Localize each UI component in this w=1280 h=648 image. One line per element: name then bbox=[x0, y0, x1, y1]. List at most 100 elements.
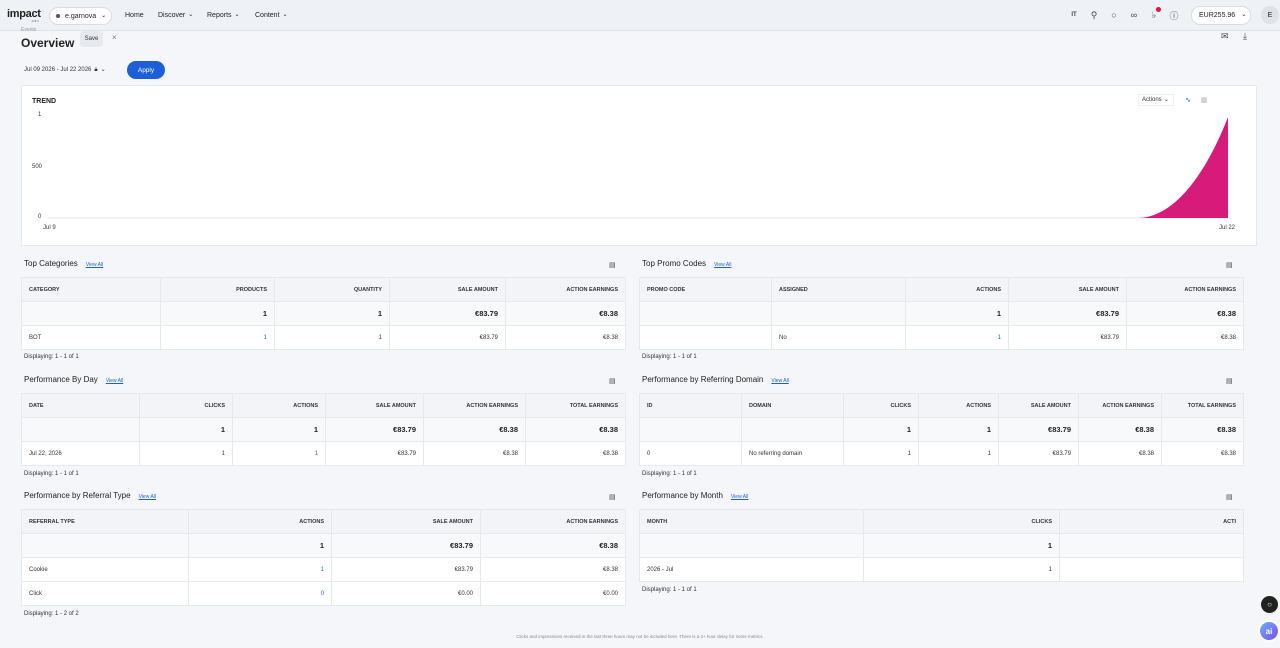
table-cell: 1 bbox=[918, 441, 999, 466]
view-all-link[interactable]: View All bbox=[106, 378, 123, 384]
export-icon[interactable]: ▤ bbox=[1226, 261, 1233, 269]
column-header[interactable]: CLICKS bbox=[843, 393, 919, 418]
table-cell: €8.38 bbox=[1078, 441, 1162, 466]
nav-content[interactable]: Content ⌄ bbox=[255, 12, 288, 19]
total-cell bbox=[639, 417, 742, 442]
column-header[interactable]: SALE AMOUNT bbox=[325, 393, 424, 418]
column-header[interactable]: PROMO CODE bbox=[639, 277, 772, 302]
total-cell: €83.79 bbox=[331, 533, 481, 558]
column-header[interactable]: ACTI bbox=[1059, 509, 1244, 534]
table-row: Jul 22, 2026 1 1 €83.79 €8.38 €8.38 bbox=[21, 441, 626, 466]
view-all-link[interactable]: View All bbox=[139, 494, 156, 500]
view-all-link[interactable]: View All bbox=[771, 378, 788, 384]
email-icon[interactable]: ✉ bbox=[1221, 31, 1229, 42]
help-icon[interactable]: ⓘ bbox=[1168, 8, 1180, 22]
ai-assistant-icon[interactable]: ai bbox=[1258, 620, 1280, 642]
close-icon[interactable]: × bbox=[112, 33, 117, 42]
trend-chart-card: TREND Actions ⌄ ∿ ▩ 1 500 0 Jul 9 Jul 22 bbox=[21, 85, 1257, 246]
column-header[interactable]: ACTION EARNINGS bbox=[505, 277, 626, 302]
impact-logo[interactable]: impact .com bbox=[7, 8, 41, 23]
nav-reports[interactable]: Reports ⌄ bbox=[207, 12, 240, 19]
table-row: Click 0 €0.00 €0.00 bbox=[21, 581, 626, 606]
table-header-row: MONTH CLICKS ACTI bbox=[639, 509, 1244, 534]
column-header[interactable]: PRODUCTS bbox=[160, 277, 275, 302]
top-promo-codes-title: Top Promo Codes View All bbox=[642, 259, 731, 268]
totals-row: 1 1 €83.79 €8.38 €8.38 bbox=[639, 417, 1244, 442]
save-button[interactable]: Save bbox=[80, 31, 103, 47]
chat-bubble-icon[interactable]: ○ bbox=[1261, 596, 1278, 613]
actions-link[interactable]: 1 bbox=[232, 441, 326, 466]
column-header[interactable]: ACTIONS bbox=[905, 277, 1009, 302]
column-header[interactable]: MONTH bbox=[639, 509, 864, 534]
bell-icon[interactable]: ♭ bbox=[1148, 7, 1161, 22]
column-header[interactable]: ACTION EARNINGS bbox=[1078, 393, 1162, 418]
view-all-link[interactable]: View All bbox=[86, 262, 103, 268]
table-cell: No referring domain bbox=[741, 441, 844, 466]
column-header[interactable]: DATE bbox=[21, 393, 140, 418]
date-range-picker[interactable]: Jul 09 2026 - Jul 22 2026 🔒︎ ⌄ bbox=[24, 62, 120, 78]
avatar[interactable]: E bbox=[1261, 6, 1279, 24]
chat-icon[interactable]: ○ bbox=[1108, 8, 1120, 22]
column-header[interactable]: DOMAIN bbox=[741, 393, 844, 418]
column-header[interactable]: SALE AMOUNT bbox=[389, 277, 506, 302]
column-header[interactable]: ACTION EARNINGS bbox=[480, 509, 626, 534]
column-header[interactable]: TOTAL EARNINGS bbox=[525, 393, 626, 418]
column-header[interactable]: QUANTITY bbox=[274, 277, 390, 302]
actions-link[interactable]: 1 bbox=[188, 557, 332, 582]
total-cell: 1 bbox=[905, 301, 1009, 326]
download-icon[interactable]: ⤓ bbox=[1243, 31, 1247, 42]
view-all-link[interactable]: View All bbox=[714, 262, 731, 268]
totals-row: 1 €83.79 €8.38 bbox=[21, 533, 626, 558]
nav-home[interactable]: Home bbox=[125, 12, 144, 19]
column-header[interactable]: REFERRAL TYPE bbox=[21, 509, 189, 534]
nav-discover[interactable]: Discover ⌄ bbox=[158, 12, 193, 19]
column-header[interactable]: ACTIONS bbox=[188, 509, 332, 534]
language-icon[interactable]: IT bbox=[1068, 8, 1080, 22]
total-cell: 1 bbox=[274, 301, 390, 326]
balance-dropdown[interactable]: EUR255.96 ⌄ bbox=[1191, 6, 1251, 25]
actions-link[interactable]: 0 bbox=[188, 581, 332, 606]
export-icon[interactable]: ▤ bbox=[609, 493, 616, 501]
column-header[interactable]: ACTIONS bbox=[232, 393, 326, 418]
balance-value: EUR255.96 bbox=[1199, 12, 1236, 19]
export-icon[interactable]: ▤ bbox=[1226, 377, 1233, 385]
nav-content-label: Content bbox=[255, 12, 280, 19]
column-header[interactable]: CLICKS bbox=[139, 393, 233, 418]
actions-link[interactable]: 1 bbox=[905, 325, 1009, 350]
column-header[interactable]: ACTION EARNINGS bbox=[423, 393, 526, 418]
column-header[interactable]: SALE AMOUNT bbox=[1008, 277, 1127, 302]
section-title: Performance by Referral Type bbox=[24, 491, 131, 500]
section-title: Performance By Day bbox=[24, 375, 98, 384]
export-icon[interactable]: ▤ bbox=[609, 377, 616, 385]
table-cell: BOT bbox=[21, 325, 161, 350]
apply-button[interactable]: Apply bbox=[127, 61, 165, 79]
column-header[interactable]: ACTIONS bbox=[918, 393, 999, 418]
export-icon[interactable]: ▤ bbox=[609, 261, 616, 269]
section-title: Top Categories bbox=[24, 259, 78, 268]
total-cell: €83.79 bbox=[998, 417, 1079, 442]
products-link[interactable]: 1 bbox=[160, 325, 275, 350]
breadcrumb[interactable]: Events bbox=[21, 27, 36, 33]
column-header[interactable]: SALE AMOUNT bbox=[998, 393, 1079, 418]
column-header[interactable]: CATEGORY bbox=[21, 277, 161, 302]
search-icon[interactable]: ⚲ bbox=[1088, 8, 1100, 22]
total-cell: €8.38 bbox=[423, 417, 526, 442]
table-row: Cookie 1 €83.79 €8.38 bbox=[21, 557, 626, 582]
displaying-count: Displaying: 1 - 1 of 1 bbox=[24, 471, 79, 477]
displaying-count: Displaying: 1 - 2 of 2 bbox=[24, 611, 79, 617]
export-icon[interactable]: ▤ bbox=[1226, 493, 1233, 501]
total-cell: €8.38 bbox=[480, 533, 626, 558]
column-header[interactable]: ID bbox=[639, 393, 742, 418]
link-icon[interactable]: ∞ bbox=[1128, 8, 1140, 22]
column-header[interactable]: SALE AMOUNT bbox=[331, 509, 481, 534]
column-header[interactable]: CLICKS bbox=[863, 509, 1060, 534]
table-header-row: ID DOMAIN CLICKS ACTIONS SALE AMOUNT ACT… bbox=[639, 393, 1244, 418]
column-header[interactable]: TOTAL EARNINGS bbox=[1161, 393, 1244, 418]
view-all-link[interactable]: View All bbox=[731, 494, 748, 500]
account-switcher[interactable]: e.garnova ⌄ bbox=[49, 7, 112, 25]
total-cell bbox=[741, 417, 844, 442]
table-cell: €8.38 bbox=[1126, 325, 1244, 350]
total-cell bbox=[639, 533, 864, 558]
column-header[interactable]: ACTION EARNINGS bbox=[1126, 277, 1244, 302]
column-header[interactable]: ASSIGNED bbox=[771, 277, 906, 302]
